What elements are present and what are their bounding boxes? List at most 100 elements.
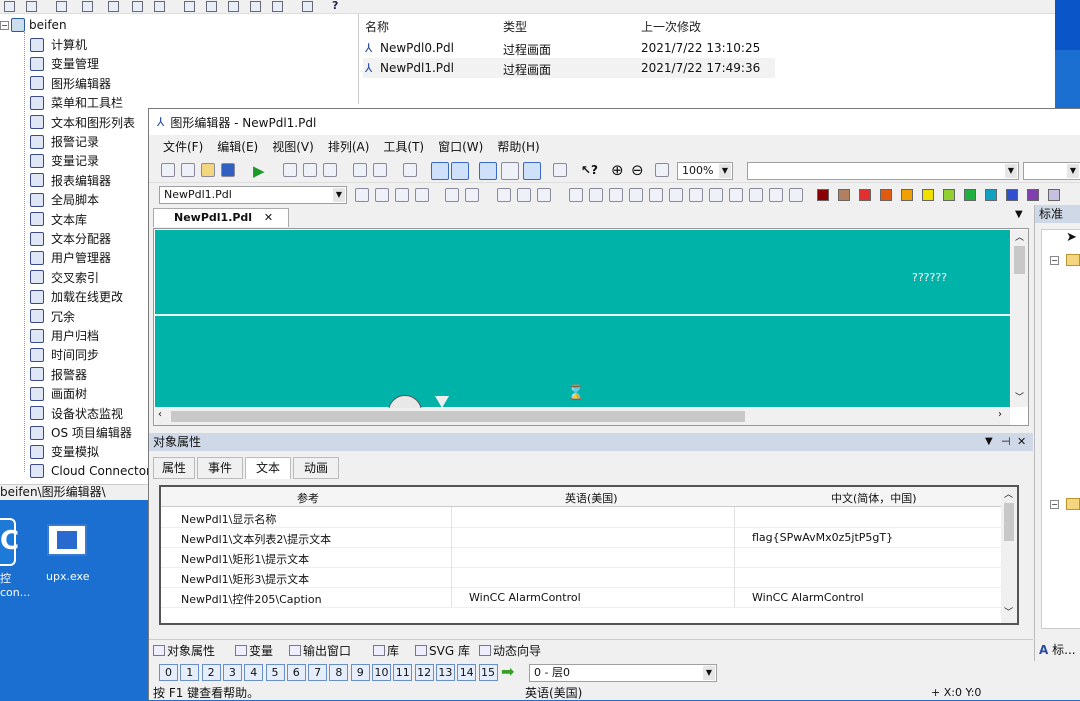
std-panel-bottom-tab[interactable]: A 标... (1039, 641, 1076, 658)
mirror-horizontal-icon[interactable] (497, 188, 511, 202)
chevron-down-icon[interactable]: ▼ (719, 164, 731, 178)
chinese-cell[interactable]: WinCC AlarmControl (752, 591, 864, 604)
scroll-down-icon[interactable]: ﹀ (1004, 605, 1013, 618)
tree-item[interactable]: 报警记录 (30, 132, 99, 151)
rotate-icon[interactable] (537, 188, 551, 202)
std-panel-title[interactable]: 标准 (1035, 205, 1080, 223)
tree-item[interactable]: 图形编辑器 (30, 74, 111, 93)
collapse-icon[interactable]: − (1050, 500, 1059, 509)
large-icons-icon[interactable] (184, 1, 195, 12)
table-row[interactable]: NewPdl1\矩形1\提示文本 (161, 548, 1001, 568)
align-left-icon[interactable] (569, 188, 583, 202)
document-tab[interactable]: NewPdl1.Pdl ✕ (153, 208, 289, 227)
scroll-left-icon[interactable]: ‹ (158, 409, 162, 420)
bottom-tab[interactable]: 库 (373, 642, 399, 659)
layer-button[interactable]: 7 (308, 664, 328, 681)
layer-button[interactable]: 3 (222, 664, 242, 681)
layer-button[interactable]: 5 (265, 664, 285, 681)
chevron-down-icon[interactable]: ▼ (703, 666, 715, 680)
exe-file-icon[interactable] (47, 524, 87, 556)
folder-icon[interactable] (1066, 254, 1080, 266)
color-swatch[interactable] (964, 189, 976, 201)
group-icon[interactable] (355, 188, 369, 202)
tree-item[interactable]: 设备状态监视 (30, 404, 123, 423)
tree-item[interactable]: 文本库 (30, 210, 87, 229)
font-size-combo[interactable]: ▼ (1023, 162, 1080, 180)
bottom-tab[interactable]: 输出窗口 (289, 642, 351, 659)
layer-button[interactable]: 0 (159, 664, 178, 681)
color-swatch[interactable] (1027, 189, 1039, 201)
grid-icon[interactable] (431, 162, 449, 180)
font-combo[interactable]: ▼ (747, 162, 1019, 180)
layer-button[interactable]: 15 (478, 664, 498, 681)
layer-button[interactable]: 1 (180, 664, 200, 681)
center-horizontal-icon[interactable] (649, 188, 663, 202)
align-right-icon[interactable] (589, 188, 603, 202)
chinese-cell[interactable]: flag{SPwAvMx0z5jtP5gT} (752, 531, 893, 544)
tab-events[interactable]: 事件 (197, 457, 243, 479)
tree-item[interactable]: 用户管理器 (30, 248, 111, 267)
scroll-down-icon[interactable]: ﹀ (1015, 390, 1024, 403)
tree-item[interactable]: OS 项目编辑器 (30, 423, 132, 442)
open-icon[interactable] (26, 1, 37, 12)
menu-item[interactable]: 窗口(W) (438, 138, 483, 155)
zoom-combo[interactable]: 100% ▼ (677, 162, 733, 180)
color-swatch[interactable] (922, 189, 934, 201)
tree-item[interactable]: 用户归档 (30, 326, 99, 345)
copy-icon[interactable] (303, 163, 317, 177)
pipette-icon[interactable] (465, 188, 479, 202)
save-icon[interactable] (221, 163, 235, 177)
small-icons-icon[interactable] (206, 1, 217, 12)
stop-icon[interactable] (56, 1, 67, 12)
tree-item[interactable]: 文本分配器 (30, 229, 111, 248)
collapse-icon[interactable]: − (0, 20, 9, 30)
tree-item[interactable]: 变量模拟 (30, 442, 99, 461)
window-title-bar[interactable]: ⅄ 图形编辑器 - NewPdl1.Pdl (149, 109, 1080, 135)
same-size-icon[interactable] (769, 188, 783, 202)
tree-item[interactable]: 交叉索引 (30, 268, 99, 287)
menu-item[interactable]: 排列(A) (328, 138, 370, 155)
picture-canvas[interactable]: ?????? ⌛ (155, 230, 1010, 415)
open-folder-icon[interactable] (201, 163, 215, 177)
new-icon[interactable] (4, 1, 15, 12)
color-swatch[interactable] (943, 189, 955, 201)
fit-size-icon[interactable] (789, 188, 803, 202)
layer-button[interactable]: 13 (435, 664, 455, 681)
grid-header-english[interactable]: 英语(美国) (565, 490, 618, 506)
grid-header-chinese[interactable]: 中文(简体，中国) (831, 490, 917, 506)
tree-root[interactable]: − beifen (0, 17, 67, 33)
cut-icon[interactable] (108, 1, 119, 12)
file-row[interactable]: ⅄ NewPdl1.Pdl 过程画面 2021/7/22 17:49:36 (363, 58, 775, 78)
valve-object[interactable] (435, 396, 449, 408)
center-vertical-icon[interactable] (669, 188, 683, 202)
color-swatch[interactable] (880, 189, 892, 201)
bottom-tab[interactable]: SVG 库 (415, 642, 470, 659)
bottom-tab[interactable]: 变量 (235, 642, 273, 659)
menu-item[interactable]: 编辑(E) (217, 138, 258, 155)
scroll-thumb[interactable] (171, 411, 745, 422)
grid-header-reference[interactable]: 参考 (297, 490, 319, 506)
menu-item[interactable]: 视图(V) (272, 138, 314, 155)
color-swatch[interactable] (985, 189, 997, 201)
ungroup-icon[interactable] (375, 188, 389, 202)
context-help-icon[interactable]: ↖? (581, 163, 598, 177)
pin-icon[interactable]: ⊣ (1001, 433, 1011, 451)
grid-vertical-scrollbar[interactable]: ︿ ﹀ (1001, 487, 1017, 623)
tree-item[interactable]: 变量管理 (30, 54, 99, 73)
layer-button[interactable]: 2 (201, 664, 221, 681)
snap-icon[interactable] (451, 162, 469, 180)
runtime-icon[interactable] (553, 163, 567, 177)
zoom-out-icon[interactable]: ⊖ (631, 161, 644, 179)
layer-button[interactable]: 10 (372, 664, 391, 681)
run-icon[interactable] (82, 1, 93, 12)
column-header-modified[interactable]: 上一次修改 (641, 18, 701, 35)
send-back-icon[interactable] (415, 188, 429, 202)
layer-button[interactable]: 8 (329, 664, 349, 681)
bottom-tab[interactable]: 动态向导 (479, 642, 541, 659)
folder-icon[interactable] (1066, 498, 1080, 510)
object-properties-icon[interactable] (523, 162, 541, 180)
menu-item[interactable]: 文件(F) (163, 138, 203, 155)
layer-view-icon[interactable] (479, 162, 497, 180)
scroll-right-icon[interactable]: › (998, 409, 1002, 420)
layer-button[interactable]: 6 (286, 664, 306, 681)
